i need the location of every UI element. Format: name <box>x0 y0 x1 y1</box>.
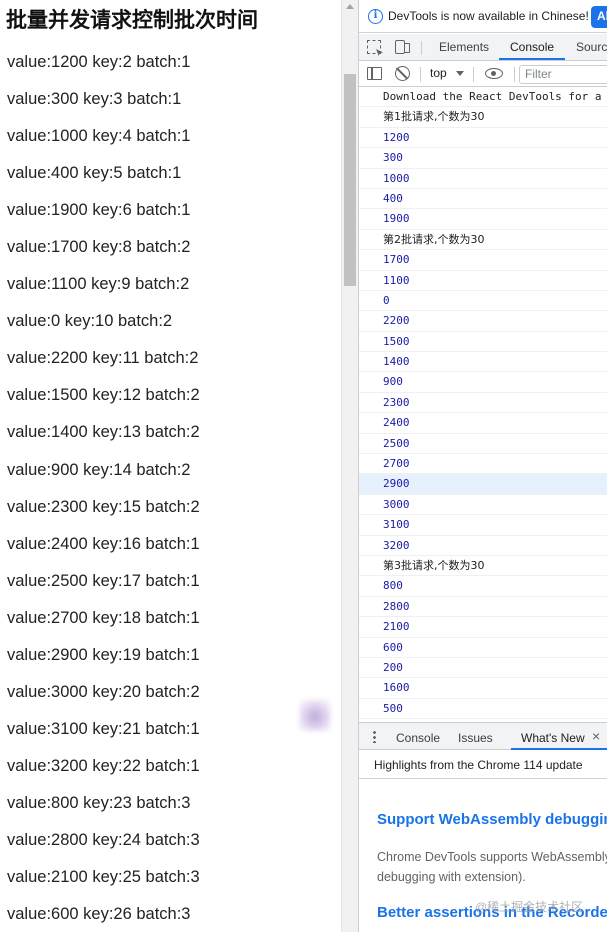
result-item: value:2200 key:11 batch:2 <box>7 349 199 368</box>
console-value-line: 1900 <box>359 209 607 230</box>
console-batch-header: 第3批请求,个数为30 <box>359 556 607 577</box>
drawer-tab-issues[interactable]: Issues <box>458 731 493 745</box>
page-viewport: 批量并发请求控制批次时间 value:1200 key:2 batch:1 val… <box>0 0 341 932</box>
watermark-text: @稀土掘金技术社区 <box>475 900 584 914</box>
result-item: value:3000 key:20 batch:2 <box>7 682 200 701</box>
result-item: value:300 key:3 batch:1 <box>7 90 182 109</box>
console-value-line: 200 <box>359 658 607 679</box>
console-value-line: 600 <box>359 638 607 658</box>
console-value-line: 2700 <box>359 454 607 475</box>
console-value-line: 3200 <box>359 536 607 556</box>
result-item: value:3200 key:22 batch:1 <box>7 756 200 775</box>
scroll-up-arrow-icon[interactable] <box>346 4 354 9</box>
language-infobar: i DevTools is now available in Chinese! … <box>359 0 607 33</box>
result-item: value:3100 key:21 batch:1 <box>7 719 200 738</box>
console-value-line: 900 <box>359 372 607 393</box>
console-message: Download the React DevTools for a <box>359 87 607 108</box>
whats-new-paragraph: Chrome DevTools supports WebAssembly deb… <box>377 850 607 884</box>
result-item: value:2400 key:16 batch:1 <box>7 534 200 553</box>
result-item: value:1000 key:4 batch:1 <box>7 127 191 146</box>
console-value-line: 2900 <box>359 474 607 495</box>
console-value-line: 400 <box>359 189 607 210</box>
console-value-line: 2500 <box>359 434 607 455</box>
result-item: value:2700 key:18 batch:1 <box>7 608 200 627</box>
result-item: value:600 key:26 batch:3 <box>7 905 191 924</box>
devtools-tab-bar: Elements Console Source <box>359 34 607 61</box>
console-value-line: 2200 <box>359 311 607 332</box>
whats-new-highlights-bar: Highlights from the Chrome 114 update <box>359 751 607 779</box>
result-item: value:2100 key:25 batch:3 <box>7 868 200 887</box>
inspect-icon[interactable] <box>367 40 381 54</box>
console-value-line: 1200 <box>359 128 607 149</box>
clear-console-icon[interactable] <box>395 66 410 81</box>
result-item: value:0 key:10 batch:2 <box>7 312 173 331</box>
console-value-line: 1000 <box>359 169 607 189</box>
chevron-down-icon[interactable] <box>456 71 464 76</box>
result-item: value:1700 key:8 batch:2 <box>7 238 191 257</box>
console-value-line: 300 <box>359 148 607 169</box>
more-vert-icon[interactable] <box>373 730 376 743</box>
console-value-line: 1400 <box>359 352 607 373</box>
tab-console[interactable]: Console <box>510 40 554 54</box>
console-value-line: 0 <box>359 291 607 312</box>
result-item: value:400 key:5 batch:1 <box>7 164 182 183</box>
whats-new-content: Support WebAssembly debugging Chrome Dev… <box>359 780 607 932</box>
console-value-line: 2100 <box>359 617 607 638</box>
console-value-line: 1100 <box>359 271 607 291</box>
sidebar-icon[interactable] <box>367 67 382 80</box>
console-log: Download the React DevTools for a 第1批请求,个… <box>359 87 607 722</box>
result-item: value:800 key:23 batch:3 <box>7 793 191 812</box>
result-item: value:1400 key:13 batch:2 <box>7 423 200 442</box>
tab-elements[interactable]: Elements <box>439 40 489 54</box>
result-item: value:900 key:14 batch:2 <box>7 460 191 479</box>
context-selector[interactable]: top <box>430 66 447 80</box>
result-list: value:1200 key:2 batch:1 value:300 key:3 … <box>7 52 200 932</box>
console-value-line: 1500 <box>359 332 607 353</box>
tab-sources[interactable]: Source <box>576 40 607 54</box>
result-item: value:1100 key:9 batch:2 <box>7 275 190 294</box>
page-scrollbar[interactable] <box>341 0 358 932</box>
eye-icon[interactable] <box>485 68 503 79</box>
console-value-line: 2400 <box>359 413 607 434</box>
active-tab-indicator <box>499 58 565 60</box>
highlights-text: Highlights from the Chrome 114 update <box>374 758 583 772</box>
device-toggle-icon-secondary[interactable] <box>404 43 410 53</box>
infobar-text: DevTools is now available in Chinese! <box>388 9 589 23</box>
result-item: value:2800 key:24 batch:3 <box>7 830 200 849</box>
result-item: value:1900 key:6 batch:1 <box>7 201 191 220</box>
devtools-panel: i DevTools is now available in Chinese! … <box>358 0 607 932</box>
console-value-line: 800 <box>359 576 607 597</box>
filter-input[interactable]: Filter <box>519 65 607 84</box>
drawer-tab-console[interactable]: Console <box>396 731 440 745</box>
page-title: 批量并发请求控制批次时间 <box>6 8 258 32</box>
drawer-tab-whats-new[interactable]: What's New <box>521 731 585 745</box>
close-icon[interactable]: × <box>592 728 600 744</box>
always-match-language-button[interactable]: Al <box>591 6 607 28</box>
console-toolbar: top Filter <box>359 62 607 87</box>
console-batch-header: 第1批请求,个数为30 <box>359 107 607 128</box>
toolbar-divider <box>514 67 515 82</box>
active-tab-indicator <box>511 748 607 750</box>
console-batch-header: 第2批请求,个数为30 <box>359 230 607 251</box>
drawer-tab-bar: Console Issues What's New × <box>359 722 607 750</box>
result-item: value:1200 key:2 batch:1 <box>7 53 191 71</box>
console-value-line: 2300 <box>359 393 607 414</box>
result-item: value:1500 key:12 batch:2 <box>7 386 200 405</box>
result-item: value:2500 key:17 batch:1 <box>7 571 200 590</box>
blurred-avatar-image <box>299 699 331 731</box>
info-icon: i <box>368 9 383 24</box>
console-value-line: 1600 <box>359 678 607 699</box>
result-item: value:2300 key:15 batch:2 <box>7 497 200 516</box>
console-value-line: 500 <box>359 699 607 720</box>
console-value-line: 3100 <box>359 515 607 536</box>
toolbar-divider <box>420 67 421 82</box>
console-value-line: 3000 <box>359 495 607 516</box>
whats-new-heading-link[interactable]: Support WebAssembly debugging <box>377 811 607 828</box>
console-value-line: 2800 <box>359 597 607 618</box>
toolbar-divider <box>421 41 422 55</box>
result-item: value:2900 key:19 batch:1 <box>7 645 200 664</box>
page-scroll-thumb[interactable] <box>344 74 356 286</box>
console-value-line: 1700 <box>359 250 607 271</box>
toolbar-divider <box>473 67 474 82</box>
